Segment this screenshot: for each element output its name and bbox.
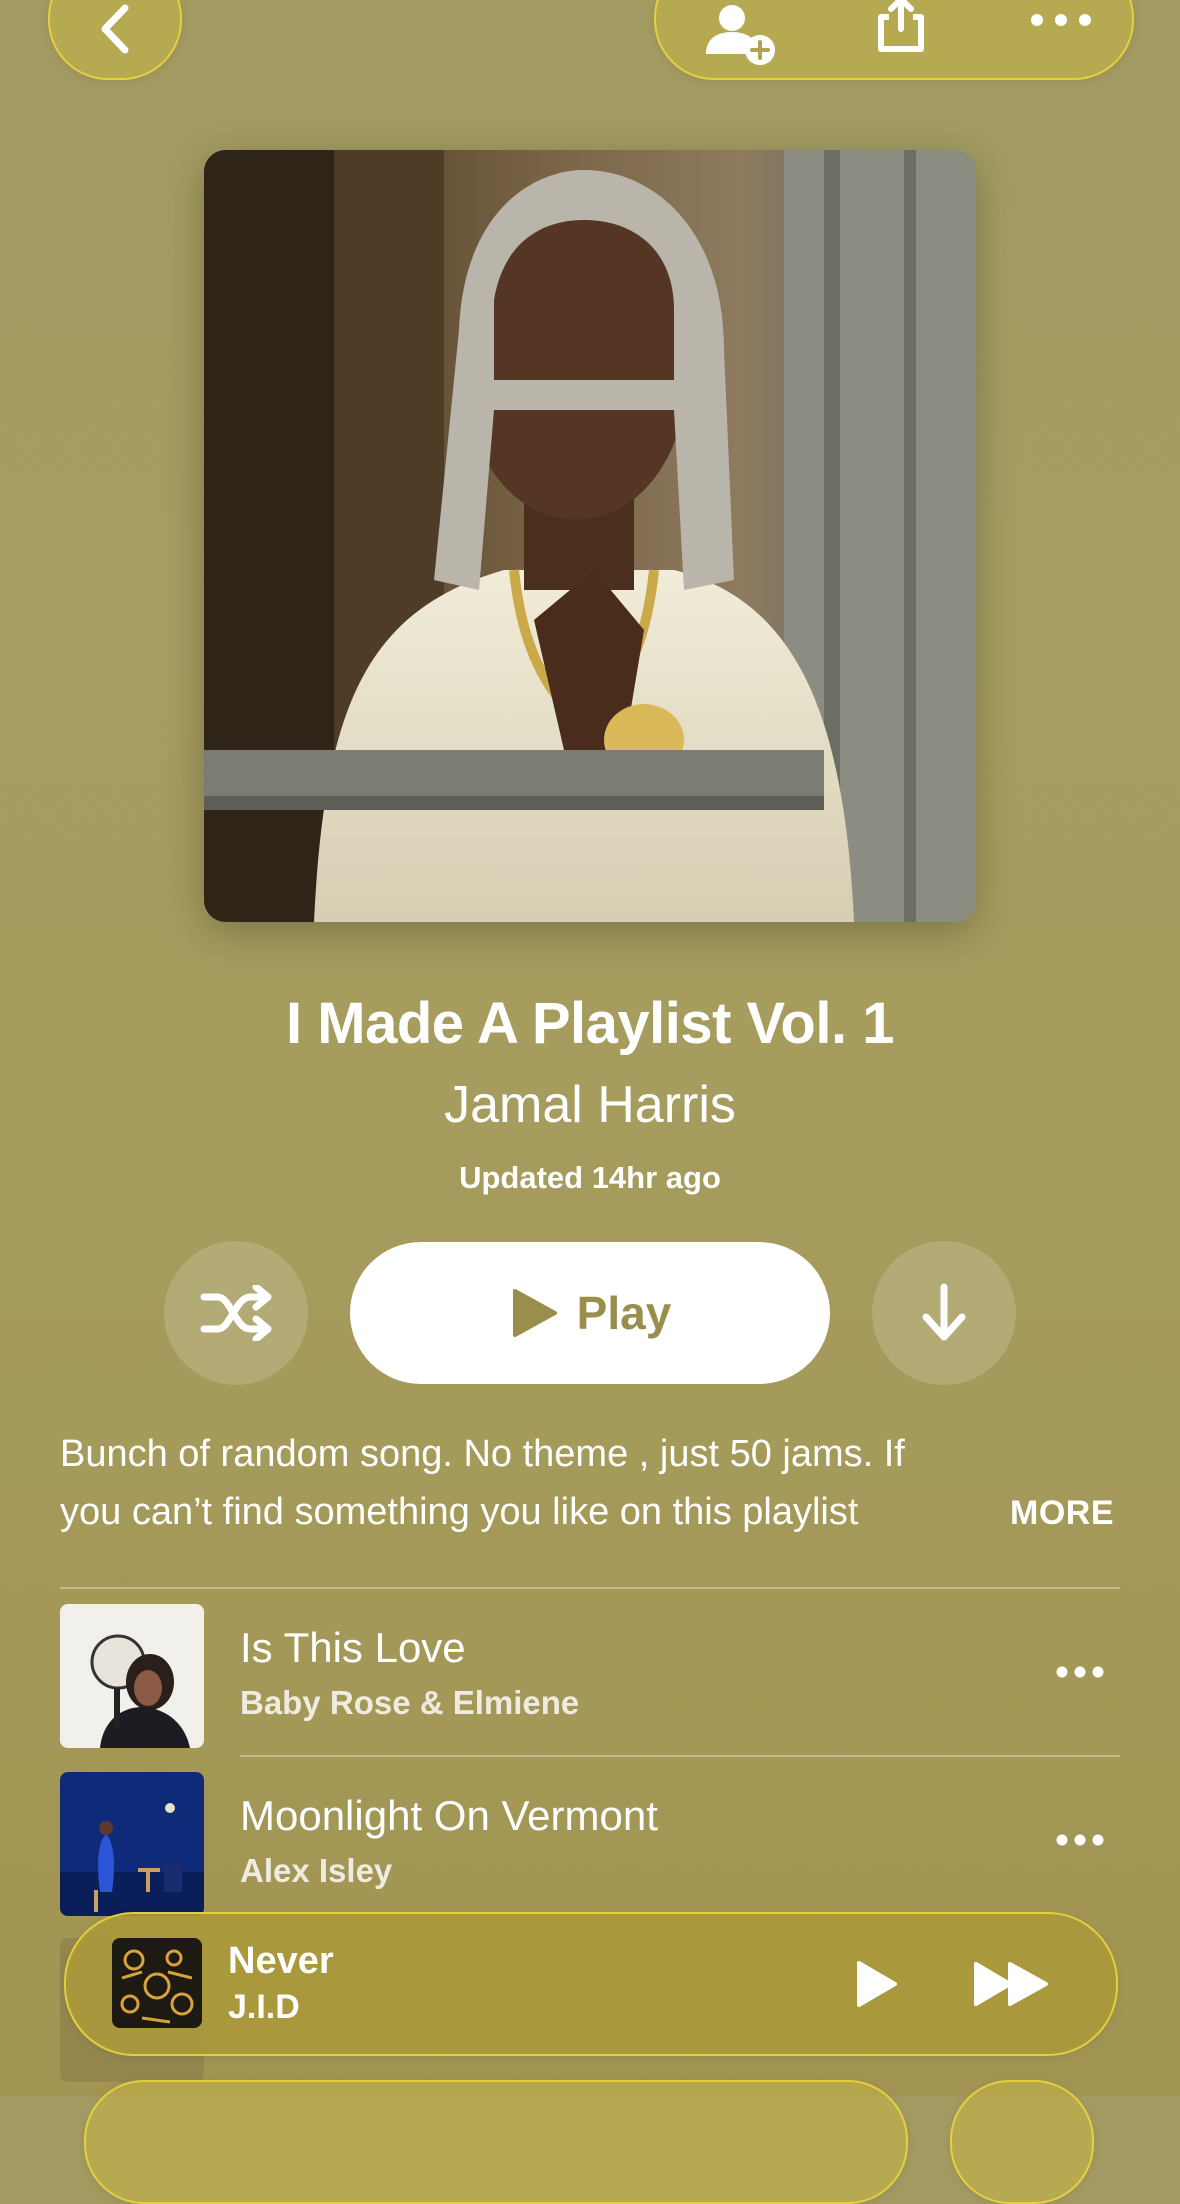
playlist-title: I Made A Playlist Vol. 1 — [286, 991, 894, 1056]
track-row[interactable]: Is This Love Baby Rose & Elmiene — [60, 1602, 1120, 1752]
play-button[interactable]: Play — [350, 1242, 830, 1384]
playlist-description[interactable]: Bunch of random song. No theme , just 50… — [60, 1425, 1120, 1541]
updated-timestamp: Updated 14hr ago — [459, 1160, 721, 1195]
skip-forward-button[interactable] — [966, 1954, 1056, 2014]
description-line-2: you can’t find something you like on thi… — [60, 1491, 859, 1533]
more-button[interactable]: MORE — [1010, 1494, 1114, 1533]
track-artwork — [60, 1772, 204, 1916]
play-icon — [857, 1961, 897, 2007]
ellipsis-icon — [1031, 14, 1091, 26]
shuffle-button[interactable] — [164, 1241, 308, 1385]
divider — [240, 1755, 1120, 1757]
track-more-button[interactable] — [1050, 1652, 1110, 1692]
tab-bar[interactable] — [84, 2080, 908, 2204]
fast-forward-icon — [974, 1962, 1048, 2006]
track-more-button[interactable] — [1050, 1820, 1110, 1860]
more-options-button[interactable] — [1016, 0, 1106, 40]
playlist-artwork — [204, 150, 976, 922]
ellipsis-icon — [1056, 1666, 1104, 1678]
divider — [60, 1587, 1120, 1589]
share-button[interactable] — [856, 0, 946, 60]
download-button[interactable] — [872, 1241, 1016, 1385]
share-icon — [878, 0, 924, 52]
playlist-curator[interactable]: Jamal Harris — [0, 1075, 1180, 1135]
description-line-1: Bunch of random song. No theme , just 50… — [60, 1433, 905, 1475]
mini-player[interactable]: Never J.I.D — [64, 1912, 1118, 2056]
now-playing-artwork — [112, 1938, 202, 2028]
track-artist: Alex Isley — [240, 1852, 393, 1889]
chevron-left-icon — [101, 4, 129, 54]
back-button[interactable] — [48, 0, 182, 80]
add-collaborator-button[interactable] — [692, 0, 792, 70]
mini-play-button[interactable] — [846, 1954, 906, 2014]
now-playing-artist: J.I.D — [228, 1988, 300, 2026]
track-artwork — [60, 1604, 204, 1748]
top-actions-bar — [654, 0, 1134, 80]
play-icon — [512, 1289, 557, 1337]
track-artist: Baby Rose & Elmiene — [240, 1684, 580, 1721]
arrow-down-icon — [922, 1283, 966, 1341]
play-label: Play — [576, 1287, 672, 1339]
now-playing-title: Never — [228, 1940, 334, 1982]
track-row[interactable]: Moonlight On Vermont Alex Isley — [60, 1770, 1120, 1920]
person-add-icon — [706, 5, 775, 65]
track-title: Moonlight On Vermont — [240, 1792, 658, 1839]
track-title: Is This Love — [240, 1624, 466, 1671]
shuffle-icon — [200, 1285, 272, 1341]
search-tab-button[interactable] — [950, 2080, 1094, 2204]
ellipsis-icon — [1056, 1834, 1104, 1846]
